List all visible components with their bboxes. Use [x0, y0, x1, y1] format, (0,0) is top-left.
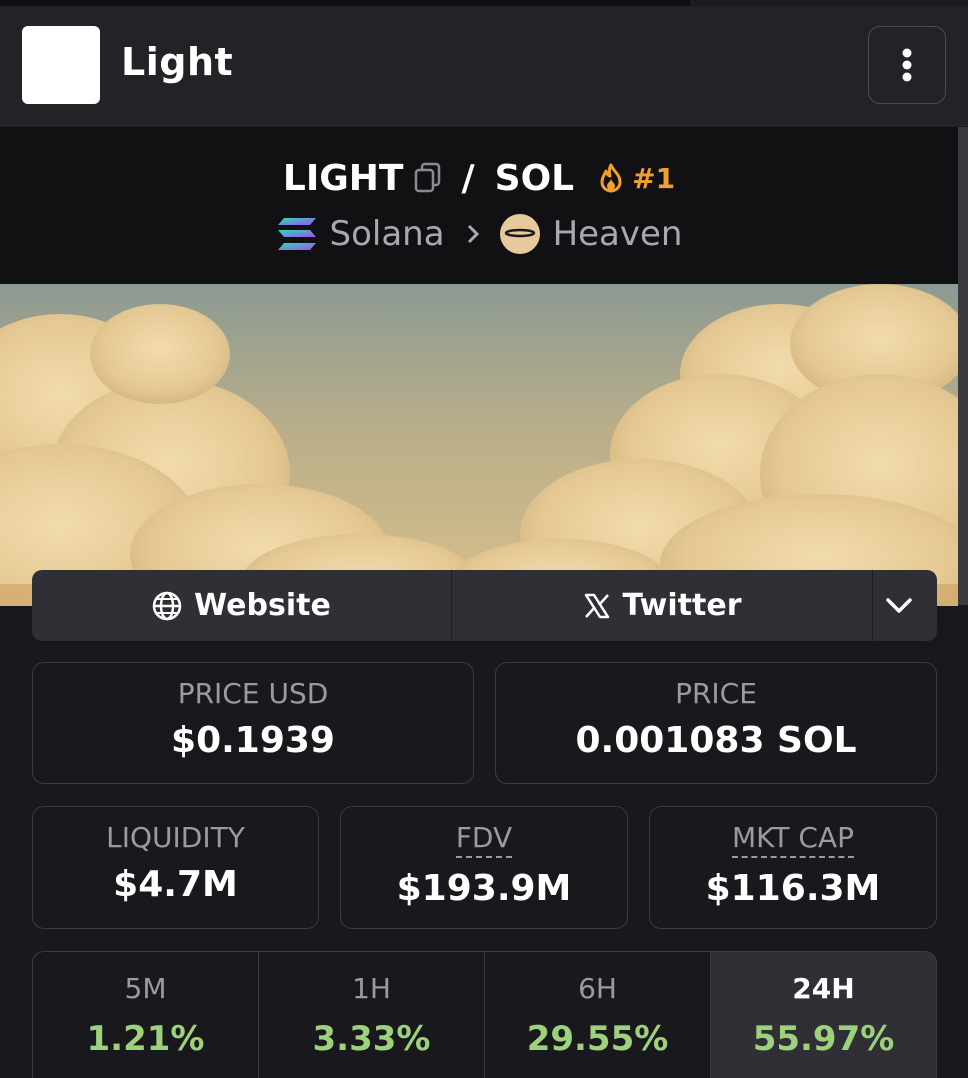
price-native-label: PRICE: [675, 677, 757, 710]
more-vertical-icon: [902, 48, 912, 82]
more-menu-button[interactable]: [868, 26, 946, 104]
social-links-bar: Website Twitter: [32, 570, 937, 641]
token-logo: [22, 26, 100, 104]
change-value: 29.55%: [526, 1019, 669, 1059]
copy-icon[interactable]: [413, 162, 443, 194]
token-banner-image: [0, 284, 958, 606]
chevron-down-icon: [886, 597, 912, 613]
pair-quote-symbol: SOL: [494, 157, 575, 199]
price-usd-value: $0.1939: [171, 720, 335, 761]
pair-base-symbol: LIGHT: [282, 157, 404, 199]
chain-name[interactable]: Solana: [330, 214, 445, 254]
flame-icon: [600, 163, 622, 193]
globe-icon: [152, 591, 182, 620]
liquidity-label: LIQUIDITY: [106, 821, 245, 854]
trending-rank-badge[interactable]: #1: [596, 162, 675, 195]
chain-breadcrumb: Solana Heaven: [0, 211, 958, 257]
pair-info-bar: LIGHT / SOL #1 Solana Heaven: [0, 127, 958, 284]
price-native-card: PRICE 0.001083 SOL: [495, 662, 937, 784]
market-cap-card[interactable]: MKT CAP $116.3M: [649, 806, 937, 929]
rank-text: #1: [632, 161, 676, 195]
website-label: Website: [194, 588, 331, 623]
fdv-card[interactable]: FDV $193.9M: [340, 806, 628, 929]
tab-6h[interactable]: 6H 29.55%: [485, 952, 711, 1078]
tab-24h[interactable]: 24H 55.97%: [711, 952, 936, 1078]
change-value: 55.97%: [752, 1019, 895, 1059]
change-value: 1.21%: [86, 1019, 205, 1059]
app-header: Light: [0, 6, 968, 126]
fdv-value: $193.9M: [396, 867, 572, 909]
tab-label: 6H: [578, 972, 617, 1005]
tab-label: 5M: [124, 972, 167, 1005]
twitter-link-button[interactable]: Twitter: [452, 570, 873, 641]
market-cap-value: $116.3M: [705, 867, 881, 909]
liquidity-value: $4.7M: [113, 864, 238, 905]
scrollbar[interactable]: [958, 127, 968, 605]
change-value: 3.33%: [312, 1019, 431, 1059]
chevron-right-icon: [465, 222, 481, 246]
token-title: Light: [121, 40, 234, 84]
tab-1h[interactable]: 1H 3.33%: [259, 952, 485, 1078]
price-native-value: 0.001083 SOL: [575, 720, 857, 761]
twitter-label: Twitter: [622, 588, 742, 623]
price-usd-card: PRICE USD $0.1939: [32, 662, 474, 784]
market-cap-label[interactable]: MKT CAP: [732, 822, 854, 858]
tab-label: 24H: [792, 972, 855, 1005]
pair-line: LIGHT / SOL #1: [0, 153, 958, 203]
x-logo-icon: [584, 593, 609, 618]
price-change-tabs: 5M 1.21% 1H 3.33% 6H 29.55% 24H 55.97%: [32, 951, 937, 1078]
dex-name[interactable]: Heaven: [553, 214, 683, 254]
tab-label: 1H: [352, 972, 391, 1005]
pair-separator: /: [461, 157, 475, 199]
liquidity-card: LIQUIDITY $4.7M: [32, 806, 319, 929]
tab-5m[interactable]: 5M 1.21%: [33, 952, 259, 1078]
price-usd-label: PRICE USD: [177, 677, 329, 710]
fdv-label[interactable]: FDV: [455, 822, 513, 858]
solana-icon: [276, 216, 318, 252]
dex-icon: [499, 213, 541, 255]
website-link-button[interactable]: Website: [32, 570, 452, 641]
more-links-dropdown[interactable]: [873, 570, 937, 641]
